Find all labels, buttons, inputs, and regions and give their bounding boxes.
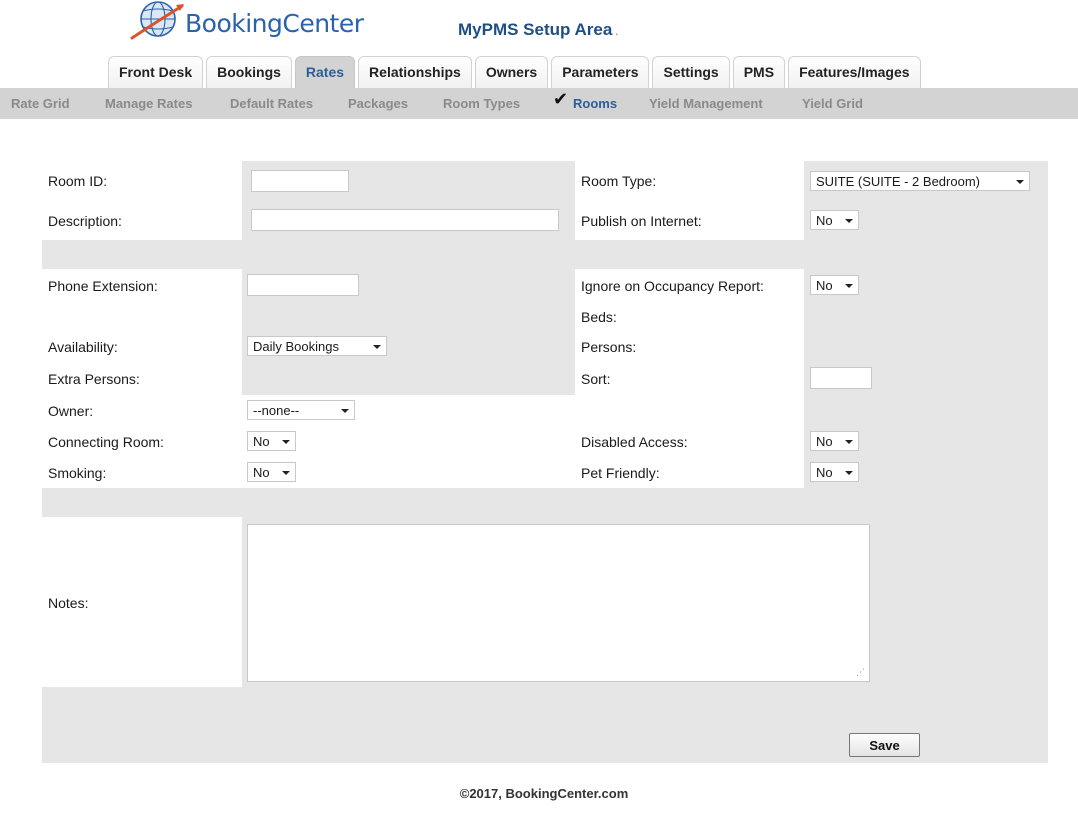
tab-parameters[interactable]: Parameters bbox=[551, 56, 650, 88]
subnav-yield-management[interactable]: Yield Management bbox=[649, 96, 763, 111]
connecting-room-value: No bbox=[253, 434, 270, 449]
smoking-value: No bbox=[253, 465, 270, 480]
ignore-occupancy-label: Ignore on Occupancy Report: bbox=[581, 278, 764, 294]
app-title-text: MyPMS Setup Area bbox=[458, 20, 613, 39]
beds-label: Beds: bbox=[581, 309, 617, 325]
subnav-packages[interactable]: Packages bbox=[348, 96, 408, 111]
app-title-suffix: . bbox=[615, 27, 619, 38]
connecting-room-select[interactable]: No bbox=[247, 431, 296, 451]
logo-text: BookingCenter bbox=[185, 9, 364, 38]
connecting-room-label: Connecting Room: bbox=[48, 434, 164, 450]
phone-extension-label: Phone Extension: bbox=[48, 278, 158, 294]
resize-grip-icon[interactable]: ⋰ bbox=[856, 667, 865, 678]
subnav-manage-rates[interactable]: Manage Rates bbox=[105, 96, 192, 111]
subnav-rate-grid[interactable]: Rate Grid bbox=[11, 96, 70, 111]
publish-internet-label: Publish on Internet: bbox=[581, 213, 702, 229]
subnav-yield-grid[interactable]: Yield Grid bbox=[802, 96, 863, 111]
globe-icon bbox=[130, 1, 184, 40]
chevron-down-icon bbox=[282, 471, 290, 475]
chevron-down-icon bbox=[373, 345, 381, 349]
save-button[interactable]: Save bbox=[849, 733, 920, 757]
subnav-rooms[interactable]: ✔ Rooms bbox=[553, 89, 618, 111]
room-id-label: Room ID: bbox=[48, 173, 108, 189]
chevron-down-icon bbox=[845, 219, 853, 223]
description-label: Description: bbox=[48, 213, 122, 229]
extra-persons-label: Extra Persons: bbox=[48, 371, 140, 387]
disabled-access-value: No bbox=[816, 434, 833, 449]
main-tabs: Front Desk Bookings Rates Relationships … bbox=[108, 56, 924, 88]
disabled-access-select[interactable]: No bbox=[810, 431, 859, 451]
tab-rates[interactable]: Rates bbox=[294, 56, 356, 88]
availability-select[interactable]: Daily Bookings bbox=[247, 336, 387, 356]
availability-label: Availability: bbox=[48, 339, 118, 355]
checkmark-icon: ✔ bbox=[553, 89, 569, 109]
chevron-down-icon bbox=[282, 440, 290, 444]
chevron-down-icon bbox=[1016, 180, 1024, 184]
chevron-down-icon bbox=[845, 284, 853, 288]
smoking-select[interactable]: No bbox=[247, 462, 296, 482]
notes-textarea[interactable] bbox=[247, 524, 870, 682]
sort-input[interactable] bbox=[810, 367, 872, 389]
tab-relationships[interactable]: Relationships bbox=[358, 56, 472, 88]
ignore-occupancy-value: No bbox=[816, 278, 833, 293]
tab-settings[interactable]: Settings bbox=[652, 56, 730, 88]
pet-friendly-select[interactable]: No bbox=[810, 462, 859, 482]
ignore-occupancy-select[interactable]: No bbox=[810, 275, 859, 295]
room-type-value: SUITE (SUITE - 2 Bedroom) bbox=[816, 174, 980, 189]
disabled-access-label: Disabled Access: bbox=[581, 434, 688, 450]
persons-label: Persons: bbox=[581, 339, 637, 355]
room-type-select[interactable]: SUITE (SUITE - 2 Bedroom) bbox=[810, 171, 1030, 191]
owner-value: --none-- bbox=[253, 403, 300, 418]
publish-internet-value: No bbox=[816, 213, 833, 228]
sub-nav: Rate Grid Manage Rates Default Rates Pac… bbox=[0, 88, 1078, 119]
tab-pms[interactable]: PMS bbox=[732, 56, 786, 88]
phone-extension-input[interactable] bbox=[247, 274, 359, 296]
tab-features-images[interactable]: Features/Images bbox=[788, 56, 921, 88]
subnav-rooms-label: Rooms bbox=[573, 96, 618, 111]
sort-label: Sort: bbox=[581, 371, 611, 387]
pet-friendly-label: Pet Friendly: bbox=[581, 465, 660, 481]
pet-friendly-value: No bbox=[816, 465, 833, 480]
notes-label: Notes: bbox=[48, 595, 89, 611]
tab-front-desk[interactable]: Front Desk bbox=[108, 56, 204, 88]
room-form: Room ID: Room Type: SUITE (SUITE - 2 Bed… bbox=[42, 161, 1048, 763]
chevron-down-icon bbox=[845, 471, 853, 475]
tab-owners[interactable]: Owners bbox=[474, 56, 549, 88]
chevron-down-icon bbox=[845, 440, 853, 444]
owner-label: Owner: bbox=[48, 403, 94, 419]
availability-value: Daily Bookings bbox=[253, 339, 339, 354]
publish-internet-select[interactable]: No bbox=[810, 210, 859, 230]
description-input[interactable] bbox=[251, 209, 559, 231]
chevron-down-icon bbox=[341, 409, 349, 413]
subnav-default-rates[interactable]: Default Rates bbox=[230, 96, 313, 111]
owner-select[interactable]: --none-- bbox=[247, 400, 355, 420]
tab-bookings[interactable]: Bookings bbox=[206, 56, 292, 88]
bookingcenter-logo: BookingCenter bbox=[130, 0, 364, 44]
footer-copyright: ©2017, BookingCenter.com bbox=[459, 786, 629, 801]
smoking-label: Smoking: bbox=[48, 465, 107, 481]
subnav-room-types[interactable]: Room Types bbox=[443, 96, 520, 111]
app-title: MyPMS Setup Area. bbox=[458, 20, 618, 40]
room-id-input[interactable] bbox=[251, 170, 349, 192]
room-type-label: Room Type: bbox=[581, 173, 657, 189]
